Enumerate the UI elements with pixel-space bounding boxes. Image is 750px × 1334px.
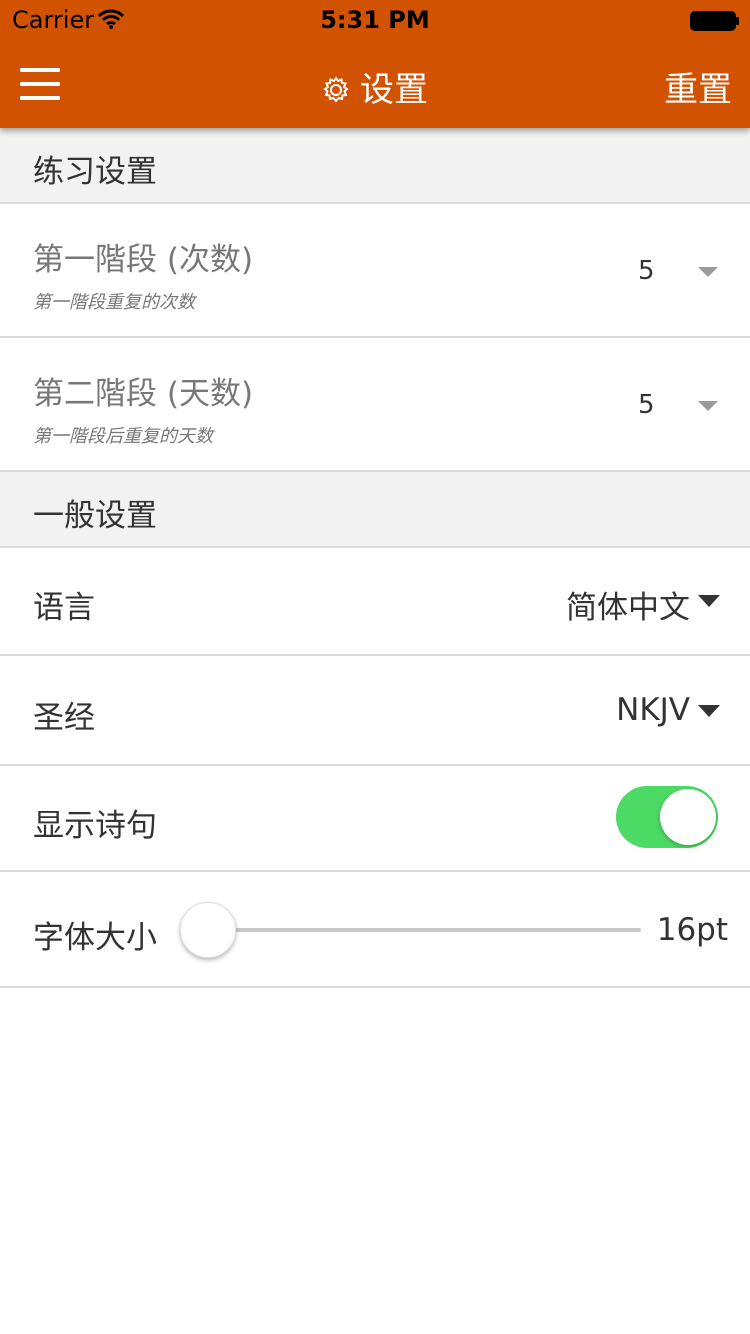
stage1-title: 第一階段 (次数) bbox=[33, 242, 254, 278]
page-title-text: 设置 bbox=[360, 70, 428, 110]
section-title: 一般设置 bbox=[33, 498, 157, 534]
stage1-value[interactable]: 5 bbox=[638, 256, 655, 286]
reset-button[interactable]: 重置 bbox=[664, 62, 732, 111]
bible-select[interactable]: NKJV bbox=[616, 692, 690, 728]
stage2-title: 第二階段 (天数) bbox=[33, 376, 254, 412]
show-verse-row: 显示诗句 bbox=[0, 766, 750, 872]
app-header: Carrier 5:31 PM 设置 重置 bbox=[0, 0, 750, 128]
stage1-row[interactable]: 第一階段 (次数) 第一階段重复的次数 5 bbox=[0, 204, 750, 338]
caret-down-icon[interactable] bbox=[698, 595, 720, 607]
stage2-value[interactable]: 5 bbox=[638, 390, 655, 420]
section-header-practice: 练习设置 bbox=[0, 128, 750, 204]
show-verse-label: 显示诗句 bbox=[33, 808, 157, 844]
chevron-down-icon[interactable] bbox=[698, 401, 718, 411]
toggle-knob[interactable] bbox=[660, 789, 716, 845]
page-title: 设置 bbox=[0, 62, 750, 111]
font-size-value: 16pt bbox=[656, 912, 728, 948]
gear-icon bbox=[323, 76, 349, 103]
stage2-row[interactable]: 第二階段 (天数) 第一階段后重复的天数 5 bbox=[0, 338, 750, 472]
section-header-general: 一般设置 bbox=[0, 472, 750, 548]
language-select[interactable]: 简体中文 bbox=[566, 582, 690, 627]
bible-label: 圣经 bbox=[33, 700, 95, 736]
font-size-label: 字体大小 bbox=[33, 920, 157, 956]
font-size-slider-thumb[interactable] bbox=[180, 902, 236, 958]
battery-icon bbox=[690, 11, 739, 31]
language-label: 语言 bbox=[33, 590, 95, 626]
status-time: 5:31 PM bbox=[320, 6, 430, 34]
nav-bar: 设置 重置 bbox=[0, 40, 750, 128]
language-row[interactable]: 语言 简体中文 bbox=[0, 548, 750, 656]
stage2-description: 第一階段后重复的天数 bbox=[33, 426, 213, 447]
stage1-description: 第一階段重复的次数 bbox=[33, 292, 195, 313]
section-title: 练习设置 bbox=[33, 154, 157, 190]
font-size-row: 字体大小 16pt bbox=[0, 872, 750, 988]
status-bar: Carrier 5:31 PM bbox=[0, 0, 750, 40]
show-verse-toggle[interactable] bbox=[616, 786, 718, 848]
caret-down-icon[interactable] bbox=[698, 705, 720, 717]
bible-row[interactable]: 圣经 NKJV bbox=[0, 656, 750, 766]
chevron-down-icon[interactable] bbox=[698, 267, 718, 277]
font-size-slider-track[interactable] bbox=[208, 928, 641, 932]
